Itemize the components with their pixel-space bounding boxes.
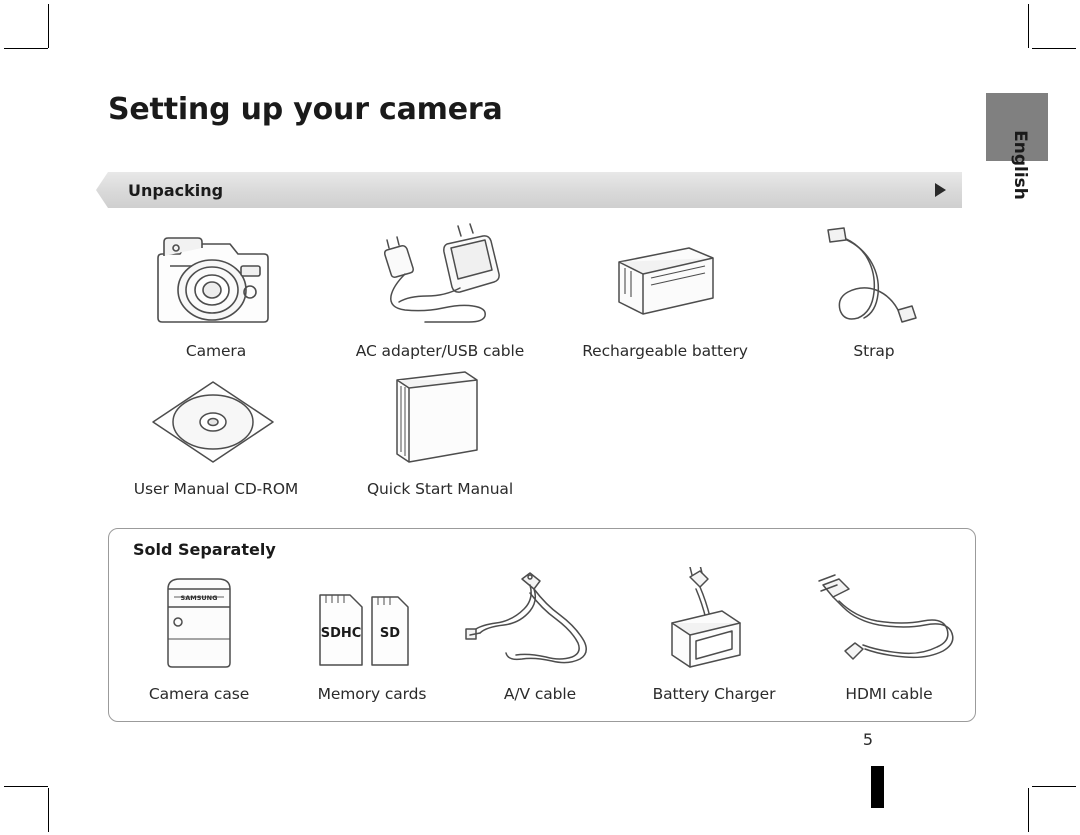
sold-item-battery-charger-caption: Battery Charger [652, 685, 776, 703]
unpacking-item-battery-caption: Rechargeable battery [582, 342, 748, 360]
camera-icon [108, 222, 324, 332]
memory-card-label-sdhc: SDHC [321, 626, 362, 641]
sold-separately-title: Sold Separately [133, 540, 276, 559]
sold-item-memory-cards-caption: Memory cards [317, 685, 427, 703]
section-header-unpacking: Unpacking [96, 172, 962, 208]
ac-adapter-usb-cable-icon [324, 222, 556, 332]
battery-charger-icon [625, 567, 803, 675]
memory-card-label-sd: SD [380, 626, 400, 641]
memory-cards-icon: SDHC SD [289, 567, 455, 675]
manual-page: Setting up your camera English Unpacking [0, 0, 1080, 835]
unpacking-item-battery: Rechargeable battery [556, 222, 774, 360]
camera-case-icon: SAMSUNG [109, 567, 289, 675]
unpacking-item-quick-start-manual: Quick Start Manual [324, 360, 556, 498]
section-header-background [96, 172, 962, 208]
battery-icon [556, 222, 774, 332]
sold-item-memory-cards: SDHC SD Memory cards [289, 567, 455, 703]
unpacking-item-quick-start-manual-caption: Quick Start Manual [366, 480, 514, 498]
sold-item-battery-charger: Battery Charger [625, 567, 803, 703]
sold-item-hdmi-cable-caption: HDMI cable [845, 685, 933, 703]
sold-separately-box: Sold Separately SAMSUNG Camera case SDHC… [108, 528, 976, 722]
chevron-right-icon [935, 183, 946, 197]
unpacking-item-camera: Camera [108, 222, 324, 360]
unpacking-item-strap: Strap [774, 222, 974, 360]
language-tab-label: English [1010, 130, 1030, 200]
unpacking-item-strap-caption: Strap [853, 342, 895, 360]
unpacking-item-cd-rom: User Manual CD-ROM [108, 360, 324, 498]
sold-separately-row: SAMSUNG Camera case SDHC SD Memory cards… [109, 567, 975, 703]
sold-item-av-cable: A/V cable [455, 567, 625, 703]
page-number: 5 [862, 730, 874, 749]
camera-case-brand: SAMSUNG [181, 594, 218, 602]
cd-rom-icon [108, 360, 324, 470]
manual-booklet-icon [324, 360, 556, 470]
section-header-label: Unpacking [128, 181, 224, 200]
bottom-registration-mark [871, 766, 884, 808]
unpacking-row-1: Camera AC adapter/USB cable Rechargeable… [108, 222, 974, 360]
unpacking-item-ac-adapter: AC adapter/USB cable [324, 222, 556, 360]
sold-item-av-cable-caption: A/V cable [503, 685, 577, 703]
unpacking-row-2: User Manual CD-ROM Quick Start Manual [108, 360, 974, 498]
av-cable-icon [455, 567, 625, 675]
hdmi-cable-icon [803, 567, 975, 675]
sold-item-camera-case: SAMSUNG Camera case [109, 567, 289, 703]
unpacking-item-cd-rom-caption: User Manual CD-ROM [133, 480, 299, 498]
unpacking-item-camera-caption: Camera [185, 342, 247, 360]
sold-item-camera-case-caption: Camera case [148, 685, 250, 703]
unpacking-item-ac-adapter-caption: AC adapter/USB cable [355, 342, 525, 360]
page-title: Setting up your camera [108, 92, 503, 127]
sold-item-hdmi-cable: HDMI cable [803, 567, 975, 703]
strap-icon [774, 222, 974, 332]
